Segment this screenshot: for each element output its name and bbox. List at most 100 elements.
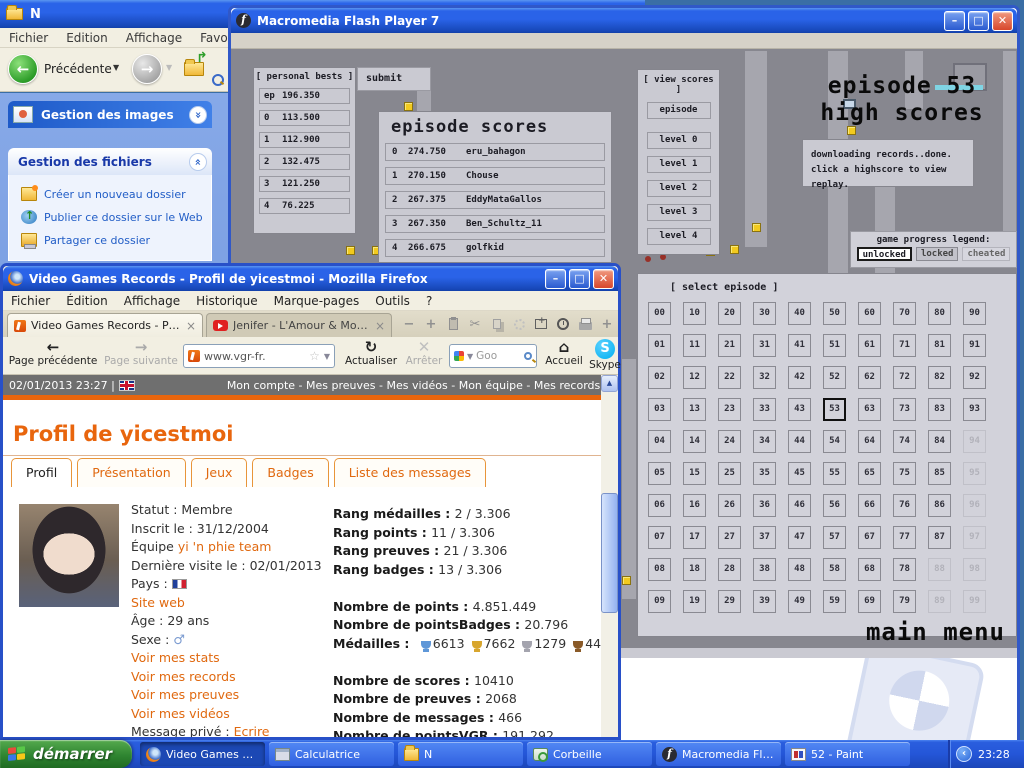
search-dropdown-icon[interactable]: ▼ <box>467 352 473 361</box>
loading-icon[interactable] <box>511 316 527 332</box>
bookmark-star-icon[interactable]: ☆ <box>309 349 320 363</box>
taskbar-item-6[interactable]: 52 - Paint <box>785 742 910 766</box>
file-task-link[interactable]: Publier ce dossier sur le Web <box>21 210 211 224</box>
tab-close-icon[interactable]: × <box>186 319 196 333</box>
episode-cell-54[interactable]: 54 <box>823 430 846 453</box>
forward-dropdown-icon[interactable]: ▼ <box>166 63 172 72</box>
file-task-link[interactable]: Créer un nouveau dossier <box>21 187 211 201</box>
episode-cell-67[interactable]: 67 <box>858 526 881 549</box>
explorer-menu-item[interactable]: Edition <box>57 31 117 45</box>
episode-cell-89[interactable]: 89 <box>928 590 951 613</box>
profile-link[interactable]: Voir mes vidéos <box>131 706 230 721</box>
firefox-menu-item[interactable]: Affichage <box>116 294 188 308</box>
profile-tab-présentation[interactable]: Présentation <box>77 458 186 487</box>
search-box[interactable]: ▼ Goo <box>449 344 537 368</box>
episode-cell-05[interactable]: 05 <box>648 462 671 485</box>
episode-cell-10[interactable]: 10 <box>683 302 706 325</box>
episode-cell-71[interactable]: 71 <box>893 334 916 357</box>
episode-cell-13[interactable]: 13 <box>683 398 706 421</box>
episode-cell-15[interactable]: 15 <box>683 462 706 485</box>
episode-cell-36[interactable]: 36 <box>753 494 776 517</box>
episode-cell-82[interactable]: 82 <box>928 366 951 389</box>
episode-cell-93[interactable]: 93 <box>963 398 986 421</box>
episode-cell-33[interactable]: 33 <box>753 398 776 421</box>
url-text[interactable]: www.vgr-fr. <box>204 350 305 363</box>
episode-cell-66[interactable]: 66 <box>858 494 881 517</box>
add-toolbar-icon[interactable]: + <box>599 316 615 332</box>
explorer-menu-item[interactable]: Fichier <box>0 31 57 45</box>
episode-cell-01[interactable]: 01 <box>648 334 671 357</box>
skype-button[interactable]: SSkype <box>589 339 621 371</box>
episode-cell-81[interactable]: 81 <box>928 334 951 357</box>
file-task-link[interactable]: Partager ce dossier <box>21 233 211 247</box>
episode-cell-06[interactable]: 06 <box>648 494 671 517</box>
episode-cell-77[interactable]: 77 <box>893 526 916 549</box>
episode-score-row[interactable]: 0274.750eru_bahagon <box>385 143 605 161</box>
episode-cell-90[interactable]: 90 <box>963 302 986 325</box>
home-button[interactable]: ⌂Accueil <box>539 339 589 367</box>
episode-cell-11[interactable]: 11 <box>683 334 706 357</box>
main-menu-button[interactable]: main menu <box>866 618 1005 646</box>
episode-cell-17[interactable]: 17 <box>683 526 706 549</box>
url-dropdown-icon[interactable]: ▼ <box>324 352 330 361</box>
taskbar-item-5[interactable]: fMacromedia Flas... <box>656 742 781 766</box>
episode-cell-87[interactable]: 87 <box>928 526 951 549</box>
episode-cell-49[interactable]: 49 <box>788 590 811 613</box>
episode-cell-35[interactable]: 35 <box>753 462 776 485</box>
profile-link[interactable]: Voir mes preuves <box>131 687 239 702</box>
episode-cell-59[interactable]: 59 <box>823 590 846 613</box>
print-icon[interactable] <box>577 316 593 332</box>
profile-tab-badges[interactable]: Badges <box>252 458 328 487</box>
episode-cell-78[interactable]: 78 <box>893 558 916 581</box>
episode-cell-24[interactable]: 24 <box>718 430 741 453</box>
episode-cell-63[interactable]: 63 <box>858 398 881 421</box>
episode-cell-91[interactable]: 91 <box>963 334 986 357</box>
explorer-menu-item[interactable]: Affichage <box>117 31 191 45</box>
episode-cell-52[interactable]: 52 <box>823 366 846 389</box>
episode-cell-12[interactable]: 12 <box>683 366 706 389</box>
episode-cell-86[interactable]: 86 <box>928 494 951 517</box>
episode-cell-02[interactable]: 02 <box>648 366 671 389</box>
images-panel-header[interactable]: Gestion des images » <box>8 101 212 128</box>
scrollbar[interactable]: ▲ <box>601 375 618 737</box>
episode-cell-88[interactable]: 88 <box>928 558 951 581</box>
profile-link[interactable]: Voir mes stats <box>131 650 220 665</box>
browser-tab[interactable]: Jenifer - L'Amour & Moi - Yo...× <box>206 313 392 337</box>
episode-cell-32[interactable]: 32 <box>753 366 776 389</box>
episode-cell-37[interactable]: 37 <box>753 526 776 549</box>
episode-cell-04[interactable]: 04 <box>648 430 671 453</box>
episode-cell-92[interactable]: 92 <box>963 366 986 389</box>
chevron-up-icon[interactable]: » <box>189 153 207 171</box>
episode-cell-31[interactable]: 31 <box>753 334 776 357</box>
firefox-titlebar[interactable]: Video Games Records - Profil de yicestmo… <box>3 266 618 291</box>
firefox-menu-item[interactable]: Édition <box>58 294 116 308</box>
page-back-button[interactable]: ←Page précédente <box>5 339 101 367</box>
episode-cell-47[interactable]: 47 <box>788 526 811 549</box>
episode-cell-34[interactable]: 34 <box>753 430 776 453</box>
episode-cell-18[interactable]: 18 <box>683 558 706 581</box>
taskbar-item-1[interactable]: Video Games Re... <box>140 742 265 766</box>
episode-cell-64[interactable]: 64 <box>858 430 881 453</box>
episode-cell-50[interactable]: 50 <box>823 302 846 325</box>
episode-cell-21[interactable]: 21 <box>718 334 741 357</box>
episode-cell-42[interactable]: 42 <box>788 366 811 389</box>
episode-cell-79[interactable]: 79 <box>893 590 916 613</box>
chevron-down-icon[interactable]: » <box>189 106 207 124</box>
profile-tab-profil[interactable]: Profil <box>11 458 72 487</box>
episode-cell-07[interactable]: 07 <box>648 526 671 549</box>
episode-cell-48[interactable]: 48 <box>788 558 811 581</box>
episode-cell-30[interactable]: 30 <box>753 302 776 325</box>
firefox-menu-item[interactable]: Fichier <box>3 294 58 308</box>
profile-link[interactable]: yi 'n phie team <box>178 539 272 554</box>
tab-close-icon[interactable]: × <box>375 319 385 333</box>
episode-cell-98[interactable]: 98 <box>963 558 986 581</box>
minimize-button[interactable]: – <box>944 11 965 31</box>
view-scores-level-3-button[interactable]: level 3 <box>647 204 711 221</box>
minus-icon[interactable]: − <box>401 316 417 332</box>
episode-cell-65[interactable]: 65 <box>858 462 881 485</box>
back-dropdown-icon[interactable]: ▼ <box>113 63 119 72</box>
browser-tab[interactable]: Video Games Records - Profi...× <box>7 313 203 337</box>
episode-cell-72[interactable]: 72 <box>893 366 916 389</box>
episode-score-row[interactable]: 1270.150Chouse <box>385 167 605 185</box>
episode-cell-58[interactable]: 58 <box>823 558 846 581</box>
